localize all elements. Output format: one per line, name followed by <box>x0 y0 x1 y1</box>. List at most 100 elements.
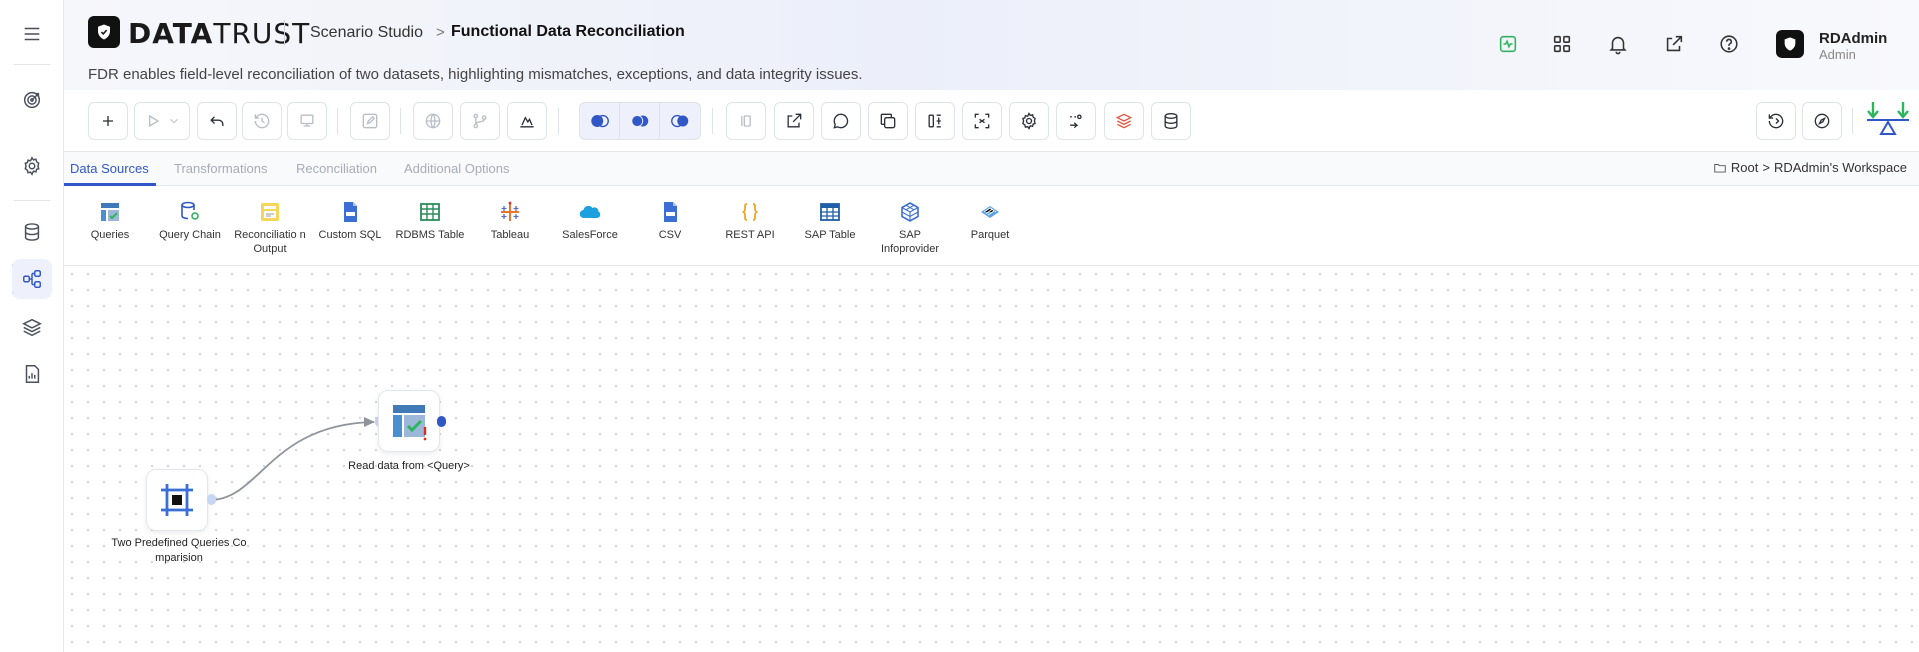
source-label: CSV <box>658 229 682 241</box>
join-right-icon[interactable] <box>660 103 700 139</box>
path-root[interactable]: Root <box>1731 160 1758 175</box>
layers-icon[interactable] <box>12 307 52 347</box>
source-label: RDBMS Table <box>395 229 465 241</box>
target-icon[interactable] <box>12 80 52 120</box>
query-table-icon <box>98 200 122 224</box>
rail-divider <box>14 64 50 65</box>
menu-icon[interactable] <box>12 14 52 54</box>
globe-button[interactable] <box>413 102 453 140</box>
tab-data-sources[interactable]: Data Sources <box>70 161 149 176</box>
report-icon[interactable] <box>12 354 52 394</box>
source-label: Reconciliatio n Output <box>234 229 306 255</box>
node-label: Read data from <Query> <box>348 460 470 472</box>
settings-gear-icon[interactable] <box>12 146 52 186</box>
data-source-palette: Queries Query Chain Reconciliatio n Outp… <box>64 186 1919 266</box>
workflow-canvas[interactable]: Two Predefined Queries Co mparision Read… <box>64 266 1919 652</box>
transform-button[interactable] <box>1056 102 1096 140</box>
source-csv[interactable]: CSV <box>632 200 708 242</box>
export-button[interactable] <box>774 102 814 140</box>
run-button[interactable] <box>134 102 190 140</box>
app-root: DATATRUST Scenario Studio > Functional D… <box>0 0 1919 652</box>
source-query-chain[interactable]: Query Chain <box>152 200 228 242</box>
edit-button[interactable] <box>350 102 390 140</box>
app-header: DATATRUST Scenario Studio > Functional D… <box>64 0 1919 90</box>
output-port[interactable] <box>437 416 446 427</box>
source-label: SalesForce <box>562 229 618 241</box>
split-button[interactable] <box>915 102 955 140</box>
source-label: REST API <box>725 229 775 241</box>
join-type-group <box>579 102 701 140</box>
salesforce-cloud-icon <box>578 200 602 224</box>
source-rdbms-table[interactable]: RDBMS Table <box>392 200 468 242</box>
rail-divider <box>14 200 50 201</box>
source-label: SAP Infoprovider <box>880 229 940 255</box>
workflow-icon[interactable] <box>12 259 52 299</box>
breadcrumb-scenario-studio[interactable]: Scenario Studio <box>310 24 423 42</box>
page-title: Functional Data Reconciliation <box>451 23 685 40</box>
datasource-button[interactable] <box>1151 102 1191 140</box>
source-sap-table[interactable]: SAP Table <box>792 200 868 242</box>
user-name[interactable]: RDAdmin <box>1819 30 1887 47</box>
stack-button[interactable] <box>1104 102 1144 140</box>
tab-reconciliation[interactable]: Reconciliation <box>296 161 377 176</box>
toolbar-divider <box>1852 108 1853 134</box>
output-port[interactable] <box>207 494 216 505</box>
source-rest-api[interactable]: REST API <box>712 200 788 242</box>
activity-icon[interactable] <box>1494 30 1522 58</box>
cube-icon <box>898 200 922 224</box>
restore-button[interactable] <box>1756 102 1796 140</box>
first-step-button[interactable] <box>726 102 766 140</box>
source-queries[interactable]: Queries <box>72 200 148 242</box>
breadcrumb-separator: > <box>436 24 445 41</box>
path-workspace[interactable]: RDAdmin's Workspace <box>1774 160 1907 175</box>
edge-arrowhead <box>364 417 375 427</box>
source-reconciliation-output[interactable]: Reconciliatio n Output <box>232 200 308 256</box>
tab-additional-options[interactable]: Additional Options <box>404 161 510 176</box>
brand-logo-text: DATATRUST <box>128 17 311 50</box>
toolbar-divider <box>712 108 713 134</box>
chart-button[interactable] <box>507 102 547 140</box>
comment-button[interactable] <box>821 102 861 140</box>
join-inner-icon[interactable] <box>620 103 660 139</box>
sql-file-icon <box>338 200 362 224</box>
join-left-icon[interactable] <box>580 103 620 139</box>
frame-select-icon <box>161 484 193 516</box>
database-icon[interactable] <box>12 212 52 252</box>
source-tableau[interactable]: Tableau <box>472 200 548 242</box>
source-sap-infoprovider[interactable]: SAP Infoprovider <box>872 200 948 256</box>
path-separator: > <box>1762 160 1770 175</box>
external-link-icon[interactable] <box>1660 30 1688 58</box>
source-label: SAP Table <box>804 229 856 241</box>
branch-button[interactable] <box>460 102 500 140</box>
node-source-queries[interactable] <box>146 469 208 531</box>
braces-icon <box>738 200 762 224</box>
user-avatar[interactable] <box>1776 30 1804 58</box>
source-custom-sql[interactable]: Custom SQL <box>312 200 388 242</box>
format-button[interactable] <box>287 102 327 140</box>
reconcile-balance-icon[interactable] <box>1864 98 1912 144</box>
header-divider <box>284 20 285 46</box>
node-label: Two Predefined Queries Co mparision <box>111 537 247 564</box>
copy-button[interactable] <box>868 102 908 140</box>
add-button[interactable] <box>88 102 128 140</box>
focus-button[interactable] <box>962 102 1002 140</box>
history-button[interactable] <box>242 102 282 140</box>
source-label: Query Chain <box>159 229 221 241</box>
table-grid-icon <box>418 200 442 224</box>
source-parquet[interactable]: Parquet <box>952 200 1028 242</box>
config-button[interactable] <box>1009 102 1049 140</box>
node-read-data[interactable] <box>378 390 440 452</box>
toolbar-divider <box>400 108 401 134</box>
compass-button[interactable] <box>1802 102 1842 140</box>
undo-button[interactable] <box>197 102 237 140</box>
user-role: Admin <box>1819 47 1856 62</box>
source-label: Parquet <box>970 229 1010 241</box>
help-icon[interactable] <box>1715 30 1743 58</box>
tab-transformations[interactable]: Transformations <box>174 161 267 176</box>
source-salesforce[interactable]: SalesForce <box>552 200 628 242</box>
editor-tabs: Data Sources Transformations Reconciliat… <box>64 152 1919 186</box>
reconciliation-output-icon <box>258 200 282 224</box>
apps-grid-icon[interactable] <box>1548 30 1576 58</box>
notification-bell-icon[interactable] <box>1604 30 1632 58</box>
sap-table-icon <box>818 200 842 224</box>
